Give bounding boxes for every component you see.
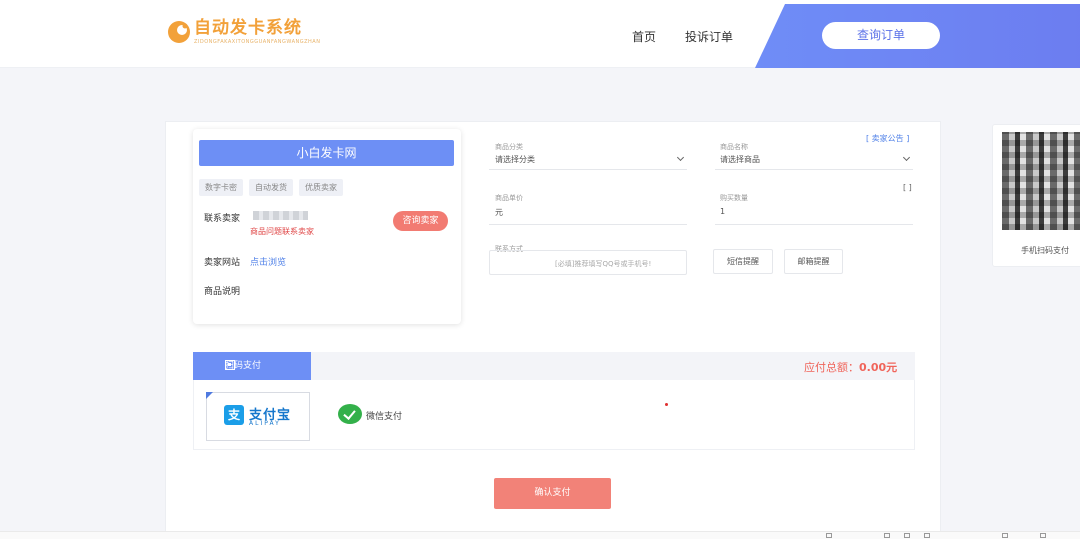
nav-complaint-order[interactable]: 投诉订单 xyxy=(685,28,733,45)
browser-status-strip xyxy=(0,531,1080,539)
query-order-button[interactable]: 查询订单 xyxy=(822,22,940,49)
seller-tags: 数字卡密 自动发货 优质卖家 xyxy=(199,179,343,196)
contact-method-placeholder: [必填]推荐填写QQ号或手机号! xyxy=(555,260,652,268)
quantity-label: 购买数量 xyxy=(720,194,748,202)
seller-site-link[interactable]: 点击浏览 xyxy=(250,255,286,268)
contact-note: 商品问题联系卖家 xyxy=(250,227,314,236)
product-desc-label: 商品说明 xyxy=(204,287,241,297)
contact-seller-button[interactable]: 咨询卖家 xyxy=(393,211,448,231)
quantity-help[interactable]: [ ] xyxy=(903,183,912,192)
seller-title: 小白发卡网 xyxy=(199,140,454,166)
category-select[interactable]: 请选择分类 xyxy=(495,154,535,165)
confirm-pay-button[interactable]: 确认支付 xyxy=(494,478,611,509)
selected-corner-icon xyxy=(206,392,213,399)
contact-seller-label: 联系卖家 xyxy=(204,214,241,224)
category-label: 商品分类 xyxy=(495,143,523,151)
product-label: 商品名称 xyxy=(720,143,748,151)
logo-subtext: ZIDONGFAKAXITONGGUANFANGWANGZHAN xyxy=(194,39,321,45)
wechat-pay-icon[interactable] xyxy=(338,404,362,424)
qrcode-image xyxy=(1002,132,1080,230)
product-underline xyxy=(715,169,913,170)
price-value: 元 xyxy=(495,208,503,217)
seller-notice-link[interactable]: [ 卖家公告 ] xyxy=(866,133,909,144)
price-underline xyxy=(489,224,687,225)
site-logo[interactable]: 自动发卡系统 ZIDONGFAKAXITONGGUANFANGWANGZHAN xyxy=(166,19,320,45)
price-label: 商品单价 xyxy=(495,194,523,202)
payment-total: 应付总额：0.00元 xyxy=(804,359,897,375)
logo-text: 自动发卡系统 xyxy=(194,18,302,38)
seller-card: 小白发卡网 数字卡密 自动发货 优质卖家 联系卖家 商品问题联系卖家 咨询卖家 … xyxy=(193,129,461,324)
email-remind-button[interactable]: 邮箱提醒 xyxy=(784,249,843,274)
tag-auto-delivery: 自动发货 xyxy=(249,179,293,196)
status-icon xyxy=(826,533,832,538)
wechat-pay-option[interactable]: 微信支付 xyxy=(366,409,402,422)
contact-value-masked xyxy=(253,211,308,220)
alipay-icon: 支 xyxy=(224,405,244,425)
tag-quality-seller: 优质卖家 xyxy=(299,179,343,196)
status-icon xyxy=(904,533,910,538)
status-icon xyxy=(924,533,930,538)
qrcode-icon xyxy=(225,360,235,370)
sms-remind-button[interactable]: 短信提醒 xyxy=(713,249,773,274)
category-underline xyxy=(489,169,687,170)
tag-digital-card: 数字卡密 xyxy=(199,179,243,196)
quantity-underline xyxy=(715,224,913,225)
quantity-input[interactable]: 1 xyxy=(720,207,725,216)
tab-scan-pay[interactable]: 扫码支付 xyxy=(193,352,311,380)
qr-caption: 手机扫码支付 xyxy=(1021,246,1069,255)
logo-bird-icon xyxy=(166,19,192,45)
payment-total-label: 应付总额： xyxy=(804,361,859,374)
seller-site-label: 卖家网站 xyxy=(204,258,241,268)
payment-total-value: 0.00元 xyxy=(859,361,898,374)
status-icon xyxy=(884,533,890,538)
product-select[interactable]: 请选择商品 xyxy=(720,154,760,165)
alipay-subtext: ALIPAY xyxy=(249,420,281,427)
status-icon xyxy=(1002,533,1008,538)
status-icon xyxy=(1040,533,1046,538)
nav-home[interactable]: 首页 xyxy=(632,28,656,45)
cursor-dot xyxy=(665,403,668,406)
